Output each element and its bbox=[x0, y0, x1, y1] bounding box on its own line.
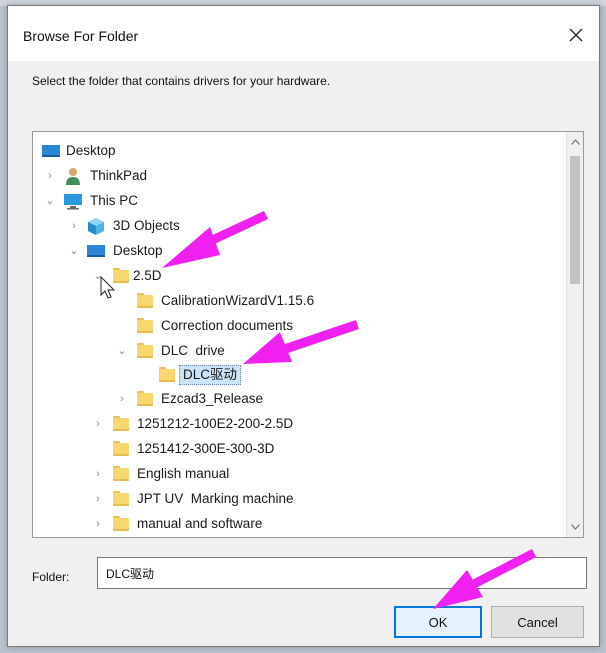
tree-item-3d-objects[interactable]: › 3D Objects bbox=[33, 214, 563, 238]
chevron-right-icon[interactable]: › bbox=[91, 516, 105, 532]
tree-item-desktop-root[interactable]: Desktop bbox=[33, 139, 563, 163]
scroll-thumb[interactable] bbox=[570, 156, 580, 284]
tree-item-2-5d[interactable]: ⌄ 2.5D bbox=[33, 264, 563, 288]
tree-scrollbar[interactable] bbox=[566, 132, 583, 537]
tree-item-label: This PC bbox=[90, 193, 139, 208]
tree-item-label: 1251212-100E2-200-2.5D bbox=[137, 416, 294, 431]
folder-field-label: Folder: bbox=[32, 570, 70, 584]
tree-item-label: 1251412-300E-300-3D bbox=[137, 441, 275, 456]
desktop-icon bbox=[87, 245, 105, 257]
folder-icon bbox=[113, 441, 129, 457]
chevron-up-icon bbox=[570, 139, 580, 145]
folder-icon bbox=[137, 391, 153, 407]
scroll-up-button[interactable] bbox=[567, 134, 583, 150]
tree-item-correction-documents[interactable]: Correction documents bbox=[33, 314, 563, 338]
close-button[interactable] bbox=[561, 20, 591, 50]
tree-item-english-manual[interactable]: › English manual bbox=[33, 462, 563, 486]
browse-for-folder-dialog: Browse For Folder Select the folder that… bbox=[7, 5, 600, 647]
chevron-right-icon[interactable]: › bbox=[91, 491, 105, 507]
tree-item-1251212[interactable]: › 1251212-100E2-200-2.5D bbox=[33, 412, 563, 436]
title-bar: Browse For Folder bbox=[8, 6, 599, 61]
folder-icon bbox=[113, 466, 129, 482]
chevron-down-icon[interactable]: ⌄ bbox=[67, 243, 81, 259]
tree-item-label: 2.5D bbox=[133, 268, 162, 283]
chevron-down-icon[interactable]: ⌄ bbox=[115, 343, 129, 359]
tree-item-label: ThinkPad bbox=[90, 168, 148, 183]
folder-icon bbox=[137, 318, 153, 334]
folder-icon bbox=[113, 268, 129, 284]
tree-item-label: 3D Objects bbox=[113, 218, 180, 233]
chevron-right-icon[interactable]: › bbox=[43, 168, 57, 184]
tree-item-dlc-drive[interactable]: ⌄ DLC drive bbox=[33, 339, 563, 363]
chevron-right-icon[interactable]: › bbox=[67, 218, 81, 234]
tree-item-label: CalibrationWizardV1.15.6 bbox=[161, 293, 315, 308]
folder-icon bbox=[137, 343, 153, 359]
tree-item-dlc-driver-selected[interactable]: DLC驱动 bbox=[33, 363, 563, 387]
folder-icon bbox=[159, 367, 175, 383]
tree-item-this-pc[interactable]: ⌄ This PC bbox=[33, 189, 563, 213]
tree-item-ezcad3-release[interactable]: › Ezcad3_Release bbox=[33, 387, 563, 411]
chevron-down-icon[interactable]: ⌄ bbox=[91, 268, 105, 284]
folder-path-input[interactable] bbox=[97, 557, 587, 589]
dialog-title: Browse For Folder bbox=[23, 28, 139, 44]
tree-item-label: English manual bbox=[137, 466, 230, 481]
3d-objects-icon bbox=[88, 218, 104, 235]
tree-item-calibration-wizard[interactable]: CalibrationWizardV1.15.6 bbox=[33, 289, 563, 313]
ok-button[interactable]: OK bbox=[394, 606, 482, 638]
chevron-right-icon[interactable]: › bbox=[91, 416, 105, 432]
computer-icon bbox=[64, 194, 82, 210]
folder-icon bbox=[113, 491, 129, 507]
tree-item-desktop[interactable]: ⌄ Desktop bbox=[33, 239, 563, 263]
user-icon bbox=[66, 168, 80, 185]
tree-item-1251412[interactable]: 1251412-300E-300-3D bbox=[33, 437, 563, 461]
chevron-right-icon[interactable]: › bbox=[115, 391, 129, 407]
tree-item-label: DLC drive bbox=[161, 343, 225, 358]
tree-item-label: Ezcad3_Release bbox=[161, 391, 264, 406]
folder-icon bbox=[113, 416, 129, 432]
close-icon bbox=[569, 28, 583, 42]
tree-item-label: manual and software bbox=[137, 516, 263, 531]
cancel-button[interactable]: Cancel bbox=[491, 606, 584, 638]
tree-item-label: Desktop bbox=[113, 243, 163, 258]
tree-item-label: DLC驱动 bbox=[179, 365, 242, 385]
tree-item-thinkpad[interactable]: › ThinkPad bbox=[33, 164, 563, 188]
tree-item-jpt-uv[interactable]: › JPT UV Marking machine bbox=[33, 487, 563, 511]
tree-item-label: JPT UV Marking machine bbox=[137, 491, 294, 506]
tree-item-label: Correction documents bbox=[161, 318, 294, 333]
folder-tree[interactable]: Desktop › ThinkPad ⌄ This PC › 3D Object… bbox=[32, 131, 584, 538]
chevron-right-icon[interactable]: › bbox=[91, 466, 105, 482]
chevron-down-icon[interactable]: ⌄ bbox=[43, 193, 57, 209]
tree-item-label: Desktop bbox=[66, 143, 116, 158]
instruction-text: Select the folder that contains drivers … bbox=[32, 74, 331, 88]
desktop-icon bbox=[42, 145, 60, 157]
chevron-down-icon bbox=[570, 524, 580, 530]
scroll-down-button[interactable] bbox=[567, 519, 583, 535]
folder-icon bbox=[137, 293, 153, 309]
folder-icon bbox=[113, 516, 129, 532]
tree-item-manual-and-software[interactable]: › manual and software bbox=[33, 512, 563, 536]
